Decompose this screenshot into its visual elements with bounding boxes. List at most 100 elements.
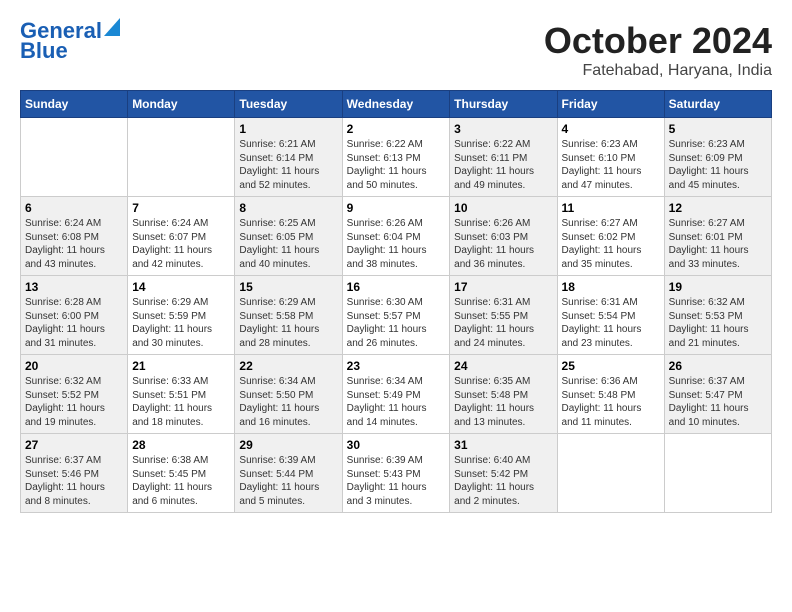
day-info: Sunrise: 6:37 AM Sunset: 5:47 PM Dayligh… (669, 375, 767, 429)
day-info: Sunrise: 6:34 AM Sunset: 5:49 PM Dayligh… (347, 375, 446, 429)
day-info: Sunrise: 6:26 AM Sunset: 6:03 PM Dayligh… (454, 217, 552, 271)
month-title: October 2024 (544, 20, 772, 62)
day-info: Sunrise: 6:23 AM Sunset: 6:10 PM Dayligh… (562, 138, 660, 192)
day-number: 5 (669, 122, 767, 136)
day-number: 1 (239, 122, 337, 136)
day-info: Sunrise: 6:24 AM Sunset: 6:07 PM Dayligh… (132, 217, 230, 271)
calendar-cell: 4 Sunrise: 6:23 AM Sunset: 6:10 PM Daylig… (557, 118, 664, 197)
week-row-2: 13Sunrise: 6:28 AM Sunset: 6:00 PM Dayli… (21, 276, 772, 355)
day-info: Sunrise: 6:30 AM Sunset: 5:57 PM Dayligh… (347, 296, 446, 350)
calendar-cell: 11Sunrise: 6:27 AM Sunset: 6:02 PM Dayli… (557, 197, 664, 276)
calendar-cell (21, 118, 128, 197)
calendar-cell: 18 Sunrise: 6:31 AM Sunset: 5:54 PM Dayli… (557, 276, 664, 355)
calendar-cell: 3 Sunrise: 6:22 AM Sunset: 6:11 PM Daylig… (450, 118, 557, 197)
header-day-tuesday: Tuesday (235, 91, 342, 118)
day-info: Sunrise: 6:23 AM Sunset: 6:09 PM Dayligh… (669, 138, 767, 192)
week-row-1: 6Sunrise: 6:24 AM Sunset: 6:08 PM Daylig… (21, 197, 772, 276)
day-number: 17 (454, 280, 552, 294)
day-info: Sunrise: 6:39 AM Sunset: 5:44 PM Dayligh… (239, 454, 337, 508)
calendar-cell: 26 Sunrise: 6:37 AM Sunset: 5:47 PM Dayli… (664, 355, 771, 434)
calendar-cell: 6Sunrise: 6:24 AM Sunset: 6:08 PM Daylig… (21, 197, 128, 276)
calendar-cell: 10 Sunrise: 6:26 AM Sunset: 6:03 PM Dayli… (450, 197, 557, 276)
day-number: 23 (347, 359, 446, 373)
calendar-cell: 7 Sunrise: 6:24 AM Sunset: 6:07 PM Daylig… (128, 197, 235, 276)
header-day-sunday: Sunday (21, 91, 128, 118)
day-number: 29 (239, 438, 337, 452)
day-number: 3 (454, 122, 552, 136)
day-number: 16 (347, 280, 446, 294)
calendar-cell: 17 Sunrise: 6:31 AM Sunset: 5:55 PM Dayli… (450, 276, 557, 355)
day-info: Sunrise: 6:37 AM Sunset: 5:46 PM Dayligh… (25, 454, 123, 508)
calendar-cell: 28Sunrise: 6:38 AM Sunset: 5:45 PM Dayli… (128, 434, 235, 513)
calendar-cell: 29 Sunrise: 6:39 AM Sunset: 5:44 PM Dayli… (235, 434, 342, 513)
day-number: 18 (562, 280, 660, 294)
calendar-cell: 1 Sunrise: 6:21 AM Sunset: 6:14 PM Daylig… (235, 118, 342, 197)
calendar-cell: 9Sunrise: 6:26 AM Sunset: 6:04 PM Daylig… (342, 197, 450, 276)
day-info: Sunrise: 6:26 AM Sunset: 6:04 PM Dayligh… (347, 217, 446, 271)
header-day-wednesday: Wednesday (342, 91, 450, 118)
calendar-cell (128, 118, 235, 197)
day-info: Sunrise: 6:24 AM Sunset: 6:08 PM Dayligh… (25, 217, 123, 271)
calendar-cell: 23 Sunrise: 6:34 AM Sunset: 5:49 PM Dayli… (342, 355, 450, 434)
day-info: Sunrise: 6:21 AM Sunset: 6:14 PM Dayligh… (239, 138, 337, 192)
day-number: 8 (239, 201, 337, 215)
day-number: 31 (454, 438, 552, 452)
calendar-cell: 30Sunrise: 6:39 AM Sunset: 5:43 PM Dayli… (342, 434, 450, 513)
day-number: 26 (669, 359, 767, 373)
logo-blue-text: Blue (20, 40, 68, 62)
calendar-cell: 8 Sunrise: 6:25 AM Sunset: 6:05 PM Daylig… (235, 197, 342, 276)
calendar-table: SundayMondayTuesdayWednesdayThursdayFrid… (20, 90, 772, 513)
header-day-friday: Friday (557, 91, 664, 118)
day-number: 25 (562, 359, 660, 373)
day-info: Sunrise: 6:35 AM Sunset: 5:48 PM Dayligh… (454, 375, 552, 429)
day-number: 21 (132, 359, 230, 373)
calendar-cell: 14Sunrise: 6:29 AM Sunset: 5:59 PM Dayli… (128, 276, 235, 355)
calendar-cell: 25 Sunrise: 6:36 AM Sunset: 5:48 PM Dayli… (557, 355, 664, 434)
calendar-cell: 16 Sunrise: 6:30 AM Sunset: 5:57 PM Dayli… (342, 276, 450, 355)
calendar-cell: 20Sunrise: 6:32 AM Sunset: 5:52 PM Dayli… (21, 355, 128, 434)
header-day-monday: Monday (128, 91, 235, 118)
week-row-0: 1 Sunrise: 6:21 AM Sunset: 6:14 PM Daylig… (21, 118, 772, 197)
calendar-cell: 19Sunrise: 6:32 AM Sunset: 5:53 PM Dayli… (664, 276, 771, 355)
day-info: Sunrise: 6:22 AM Sunset: 6:11 PM Dayligh… (454, 138, 552, 192)
day-number: 10 (454, 201, 552, 215)
day-info: Sunrise: 6:32 AM Sunset: 5:52 PM Dayligh… (25, 375, 123, 429)
day-number: 24 (454, 359, 552, 373)
day-info: Sunrise: 6:31 AM Sunset: 5:55 PM Dayligh… (454, 296, 552, 350)
calendar-cell (557, 434, 664, 513)
calendar-body: 1 Sunrise: 6:21 AM Sunset: 6:14 PM Daylig… (21, 118, 772, 513)
logo-arrow-icon (104, 18, 120, 36)
day-info: Sunrise: 6:33 AM Sunset: 5:51 PM Dayligh… (132, 375, 230, 429)
day-info: Sunrise: 6:40 AM Sunset: 5:42 PM Dayligh… (454, 454, 552, 508)
day-info: Sunrise: 6:34 AM Sunset: 5:50 PM Dayligh… (239, 375, 337, 429)
day-number: 7 (132, 201, 230, 215)
day-number: 11 (562, 201, 660, 215)
calendar-cell: 31 Sunrise: 6:40 AM Sunset: 5:42 PM Dayli… (450, 434, 557, 513)
calendar-cell: 21 Sunrise: 6:33 AM Sunset: 5:51 PM Dayli… (128, 355, 235, 434)
calendar-cell: 24 Sunrise: 6:35 AM Sunset: 5:48 PM Dayli… (450, 355, 557, 434)
day-info: Sunrise: 6:38 AM Sunset: 5:45 PM Dayligh… (132, 454, 230, 508)
calendar-cell: 2Sunrise: 6:22 AM Sunset: 6:13 PM Daylig… (342, 118, 450, 197)
header-day-thursday: Thursday (450, 91, 557, 118)
calendar-cell: 22Sunrise: 6:34 AM Sunset: 5:50 PM Dayli… (235, 355, 342, 434)
week-row-4: 27 Sunrise: 6:37 AM Sunset: 5:46 PM Dayli… (21, 434, 772, 513)
location: Fatehabad, Haryana, India (544, 62, 772, 80)
day-number: 15 (239, 280, 337, 294)
day-info: Sunrise: 6:29 AM Sunset: 5:58 PM Dayligh… (239, 296, 337, 350)
calendar-cell: 12Sunrise: 6:27 AM Sunset: 6:01 PM Dayli… (664, 197, 771, 276)
day-number: 4 (562, 122, 660, 136)
logo: General Blue (20, 20, 120, 62)
day-number: 13 (25, 280, 123, 294)
day-info: Sunrise: 6:31 AM Sunset: 5:54 PM Dayligh… (562, 296, 660, 350)
calendar-cell: 13Sunrise: 6:28 AM Sunset: 6:00 PM Dayli… (21, 276, 128, 355)
calendar-header: SundayMondayTuesdayWednesdayThursdayFrid… (21, 91, 772, 118)
day-number: 30 (347, 438, 446, 452)
day-info: Sunrise: 6:25 AM Sunset: 6:05 PM Dayligh… (239, 217, 337, 271)
day-number: 27 (25, 438, 123, 452)
title-section: October 2024 Fatehabad, Haryana, India (544, 20, 772, 80)
day-info: Sunrise: 6:27 AM Sunset: 6:01 PM Dayligh… (669, 217, 767, 271)
day-number: 14 (132, 280, 230, 294)
week-row-3: 20Sunrise: 6:32 AM Sunset: 5:52 PM Dayli… (21, 355, 772, 434)
calendar-cell: 15 Sunrise: 6:29 AM Sunset: 5:58 PM Dayli… (235, 276, 342, 355)
day-info: Sunrise: 6:36 AM Sunset: 5:48 PM Dayligh… (562, 375, 660, 429)
